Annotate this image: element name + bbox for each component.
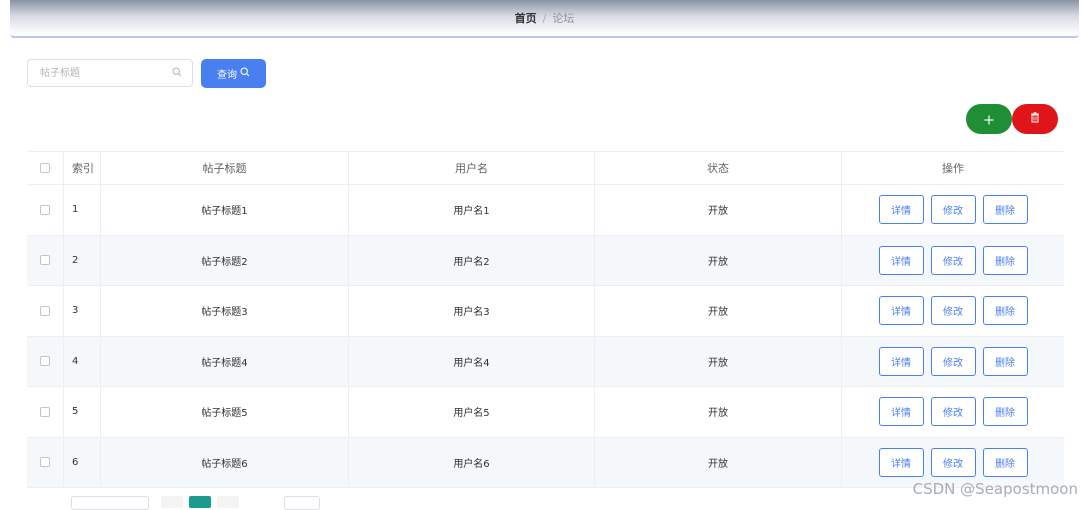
- row-actions: 详情 修改 删除: [842, 236, 1064, 286]
- row-status: 开放: [595, 286, 842, 336]
- table-row: 3 帖子标题3 用户名3 开放 详情 修改 删除: [27, 286, 1064, 337]
- row-checkbox[interactable]: [40, 356, 50, 367]
- row-title: 帖子标题4: [101, 336, 349, 386]
- row-checkbox[interactable]: [40, 305, 50, 316]
- query-button[interactable]: 查询: [201, 59, 266, 88]
- row-actions: 详情 修改 删除: [842, 387, 1064, 437]
- row-checkbox-cell: [27, 387, 64, 437]
- page-jump-input[interactable]: [284, 496, 320, 510]
- row-actions: 详情 修改 删除: [842, 185, 1064, 235]
- row-checkbox[interactable]: [40, 204, 50, 215]
- add-button[interactable]: [966, 104, 1012, 134]
- search-input[interactable]: [38, 66, 172, 80]
- delete-button[interactable]: 删除: [982, 397, 1028, 427]
- table-row: 5 帖子标题5 用户名5 开放 详情 修改 删除: [27, 387, 1064, 438]
- edit-button[interactable]: 修改: [930, 245, 976, 275]
- table-row: 2 帖子标题2 用户名2 开放 详情 修改 删除: [27, 235, 1064, 286]
- table-row: 6 帖子标题6 用户名6 开放 详情 修改 删除: [27, 437, 1064, 488]
- table-header: 索引 帖子标题 用户名 状态 操作: [27, 152, 1064, 185]
- row-index: 4: [64, 336, 101, 386]
- table-row: 4 帖子标题4 用户名4 开放 详情 修改 删除: [27, 336, 1064, 387]
- row-title: 帖子标题5: [101, 387, 349, 437]
- row-status: 开放: [595, 437, 842, 487]
- header-index: 索引: [64, 152, 101, 184]
- row-checkbox-cell: [27, 235, 64, 285]
- row-index: 2: [64, 235, 101, 285]
- row-username: 用户名2: [349, 235, 595, 285]
- search-icon: [240, 67, 250, 80]
- detail-button[interactable]: 详情: [878, 195, 924, 225]
- edit-button[interactable]: 修改: [930, 195, 976, 225]
- header-actions: 操作: [942, 162, 964, 175]
- row-checkbox-cell: [27, 185, 64, 235]
- current-page-button[interactable]: [189, 496, 211, 508]
- row-index: 1: [64, 185, 101, 235]
- posts-table: 索引 帖子标题 用户名 状态 操作 1 帖子标题1 用户名1 开放 详情 修改 …: [27, 151, 1064, 488]
- edit-button[interactable]: 修改: [930, 346, 976, 376]
- row-username: 用户名5: [349, 387, 595, 437]
- row-username: 用户名3: [349, 286, 595, 336]
- row-index: 5: [64, 387, 101, 437]
- header-status: 状态: [595, 152, 842, 184]
- prev-page-button[interactable]: [161, 496, 183, 508]
- page-size-select[interactable]: [71, 496, 149, 510]
- batch-delete-button[interactable]: [1012, 104, 1058, 134]
- detail-button[interactable]: 详情: [878, 245, 924, 275]
- row-status: 开放: [595, 387, 842, 437]
- row-actions: 详情 修改 删除: [842, 286, 1064, 336]
- breadcrumb-current: 论坛: [552, 12, 575, 25]
- row-checkbox-cell: [27, 286, 64, 336]
- row-username: 用户名1: [349, 185, 595, 235]
- plus-icon: [984, 110, 994, 129]
- table-row: 1 帖子标题1 用户名1 开放 详情 修改 删除: [27, 185, 1064, 236]
- row-checkbox[interactable]: [40, 406, 50, 417]
- edit-button[interactable]: 修改: [930, 296, 976, 326]
- header-title: 帖子标题: [101, 152, 349, 184]
- row-checkbox[interactable]: [40, 255, 50, 266]
- breadcrumb-separator: /: [542, 11, 547, 25]
- row-title: 帖子标题3: [101, 286, 349, 336]
- row-title: 帖子标题6: [101, 437, 349, 487]
- row-checkbox-cell: [27, 437, 64, 487]
- row-status: 开放: [595, 185, 842, 235]
- row-title: 帖子标题2: [101, 235, 349, 285]
- next-page-button[interactable]: [217, 496, 239, 508]
- search-icon: [172, 66, 182, 80]
- edit-button[interactable]: 修改: [930, 397, 976, 427]
- row-status: 开放: [595, 235, 842, 285]
- search-field[interactable]: [27, 59, 193, 87]
- detail-button[interactable]: 详情: [878, 346, 924, 376]
- delete-button[interactable]: 删除: [982, 447, 1028, 477]
- row-title: 帖子标题1: [101, 185, 349, 235]
- row-username: 用户名4: [349, 336, 595, 386]
- row-index: 3: [64, 286, 101, 336]
- header-username: 用户名: [349, 152, 595, 184]
- select-all-checkbox[interactable]: [40, 163, 50, 173]
- header-checkbox-cell: [27, 152, 64, 184]
- breadcrumb-bar: 首页 / 论坛: [10, 0, 1079, 38]
- row-checkbox[interactable]: [40, 457, 50, 468]
- delete-button[interactable]: 删除: [982, 245, 1028, 275]
- edit-button[interactable]: 修改: [930, 447, 976, 477]
- watermark: CSDN @Seapostmoon: [912, 480, 1078, 498]
- row-actions: 详情 修改 删除: [842, 337, 1064, 387]
- detail-button[interactable]: 详情: [878, 296, 924, 326]
- row-status: 开放: [595, 336, 842, 386]
- detail-button[interactable]: 详情: [878, 447, 924, 477]
- delete-button[interactable]: 删除: [982, 296, 1028, 326]
- row-checkbox-cell: [27, 336, 64, 386]
- row-username: 用户名6: [349, 437, 595, 487]
- trash-icon: [1030, 112, 1040, 126]
- delete-button[interactable]: 删除: [982, 346, 1028, 376]
- detail-button[interactable]: 详情: [878, 397, 924, 427]
- breadcrumb-home[interactable]: 首页: [515, 10, 537, 26]
- row-index: 6: [64, 437, 101, 487]
- delete-button[interactable]: 删除: [982, 195, 1028, 225]
- query-button-label: 查询: [217, 70, 237, 81]
